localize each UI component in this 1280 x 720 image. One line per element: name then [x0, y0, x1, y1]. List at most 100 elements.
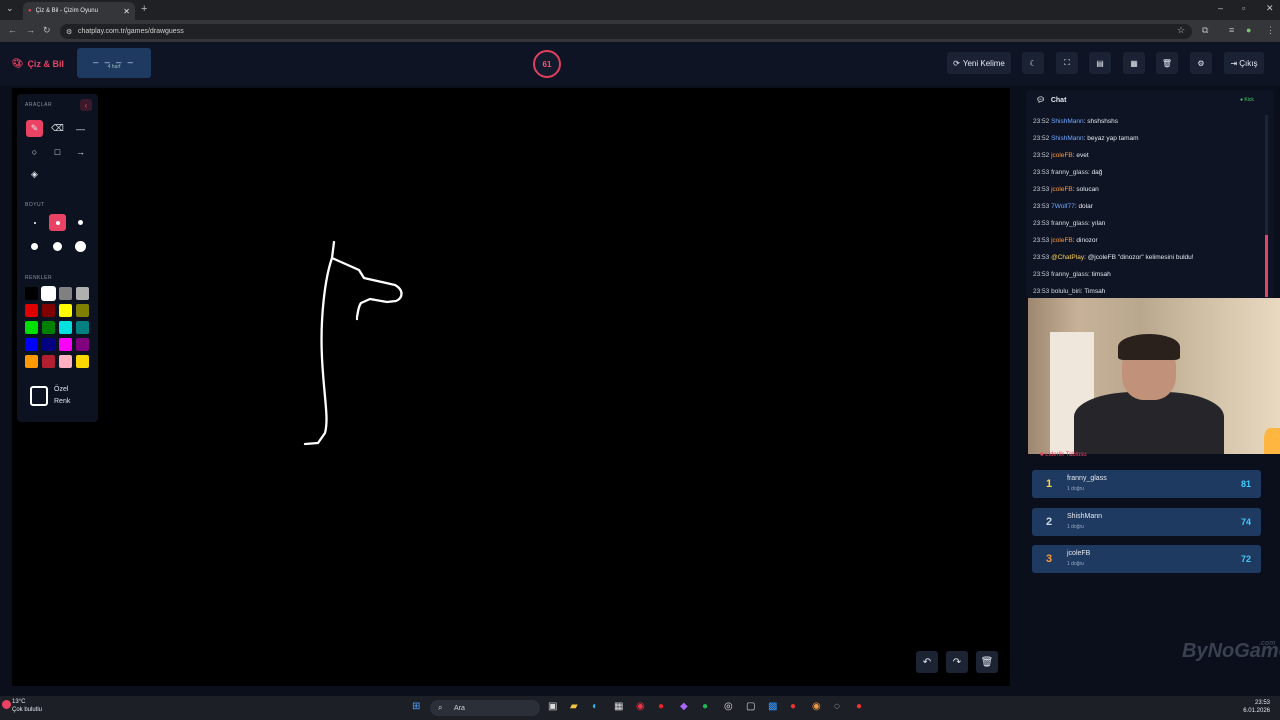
start-icon[interactable]: ⊞: [412, 701, 420, 712]
bookmark-star-icon[interactable]: ☆: [1177, 25, 1185, 36]
message-user[interactable]: jcoleFB: [1051, 152, 1073, 159]
line-tool[interactable]: —: [72, 120, 89, 137]
color-swatch[interactable]: [59, 321, 72, 334]
custom-color-swatch[interactable]: [30, 386, 48, 406]
color-swatch[interactable]: [42, 355, 55, 368]
exit-button[interactable]: ⇥ Çıkış: [1224, 52, 1264, 74]
chat-scrollbar[interactable]: [1265, 115, 1268, 297]
app-icon[interactable]: ●: [790, 701, 796, 712]
message-user[interactable]: ShishMann: [1051, 135, 1084, 142]
size-xs[interactable]: [26, 214, 43, 231]
message-user[interactable]: bolulu_biri: [1051, 288, 1081, 295]
color-swatch[interactable]: [42, 321, 55, 334]
size-l[interactable]: [26, 238, 43, 255]
weather-widget[interactable]: 13°C Çok bulutlu: [2, 698, 42, 714]
window-close-icon[interactable]: ✕: [1266, 3, 1274, 14]
task-view-icon[interactable]: ▣: [548, 701, 557, 712]
fullscreen-button[interactable]: ⛶: [1056, 52, 1078, 74]
color-swatch[interactable]: [42, 287, 55, 300]
color-swatch[interactable]: [59, 304, 72, 317]
color-swatch[interactable]: [59, 338, 72, 351]
pencil-tool[interactable]: ✎: [26, 120, 43, 137]
archive-button[interactable]: ▦: [1123, 52, 1145, 74]
store-icon[interactable]: ▦: [614, 701, 623, 712]
color-swatch[interactable]: [76, 355, 89, 368]
app-logo[interactable]: 🎨︎ Çiz & Bil: [12, 58, 64, 69]
layout-button[interactable]: ▤: [1089, 52, 1111, 74]
message-user[interactable]: franny_glass: [1051, 169, 1088, 176]
settings-button[interactable]: ⚙: [1190, 52, 1212, 74]
color-swatch[interactable]: [59, 287, 72, 300]
fill-tool[interactable]: ◈: [26, 166, 43, 183]
media-icon[interactable]: ≡: [1229, 25, 1234, 35]
chrome-icon[interactable]: ◉: [812, 701, 821, 712]
undo-button[interactable]: ↶: [916, 651, 938, 673]
color-swatch[interactable]: [42, 338, 55, 351]
color-swatch[interactable]: [59, 355, 72, 368]
extensions-icon[interactable]: ⧉: [1202, 25, 1208, 36]
color-swatch[interactable]: [25, 338, 38, 351]
arrow-tool[interactable]: →: [72, 143, 89, 160]
leaderboard-row: 1 franny_glass 1 doğru 81: [1032, 470, 1261, 498]
clear-canvas-button[interactable]: 🗑︎: [976, 651, 998, 673]
tab-list-icon[interactable]: ⌄: [6, 3, 14, 14]
eraser-tool[interactable]: ⌫: [49, 120, 66, 137]
profile-avatar[interactable]: ●: [1246, 25, 1251, 35]
rectangle-tool[interactable]: □: [49, 143, 66, 160]
app-icon[interactable]: ●: [856, 701, 862, 712]
app-icon[interactable]: ◎: [724, 701, 733, 712]
back-icon[interactable]: ←: [8, 25, 17, 35]
app-icon[interactable]: ◆: [680, 701, 688, 712]
circle-tool[interactable]: ○: [26, 143, 43, 160]
color-swatch[interactable]: [76, 338, 89, 351]
chat-message: 23:53 franny_glass: dağ: [1033, 169, 1102, 176]
message-user[interactable]: ShishMann: [1051, 118, 1084, 125]
color-swatch[interactable]: [76, 321, 89, 334]
minimize-icon[interactable]: –: [1218, 3, 1223, 13]
color-swatch[interactable]: [76, 287, 89, 300]
size-xl[interactable]: [49, 238, 66, 255]
message-user[interactable]: franny_glass: [1051, 271, 1088, 278]
color-swatch[interactable]: [76, 304, 89, 317]
spotify-icon[interactable]: ●: [702, 701, 708, 712]
forward-icon[interactable]: →: [26, 25, 35, 35]
size-s[interactable]: [49, 214, 66, 231]
size-m[interactable]: [72, 214, 89, 231]
tools-label: ARAÇLAR: [25, 102, 53, 108]
message-user[interactable]: @ChatPlay: [1051, 254, 1084, 261]
file-explorer-icon[interactable]: ▰: [570, 701, 578, 712]
new-tab-icon[interactable]: +: [141, 3, 147, 15]
site-info-icon[interactable]: ⚙: [66, 28, 72, 36]
color-swatch[interactable]: [25, 321, 38, 334]
chrome-icon[interactable]: ◉: [636, 701, 645, 712]
size-xxl[interactable]: [72, 238, 89, 255]
dark-mode-button[interactable]: ☾: [1022, 52, 1044, 74]
drawing-canvas[interactable]: [12, 88, 1010, 686]
tab-close-icon[interactable]: ✕: [123, 7, 130, 16]
app-icon[interactable]: ▢: [746, 701, 755, 712]
reload-icon[interactable]: ↻: [43, 25, 51, 36]
message-user[interactable]: jcoleFB: [1051, 186, 1073, 193]
message-user[interactable]: 7Wolf77: [1051, 203, 1075, 210]
url-input[interactable]: ⚙ chatplay.com.tr/games/drawguess: [60, 24, 1192, 39]
message-user[interactable]: franny_glass: [1051, 220, 1088, 227]
color-swatch[interactable]: [25, 355, 38, 368]
collapse-panel-button[interactable]: ‹: [80, 99, 92, 111]
chat-scroll-thumb[interactable]: [1265, 235, 1268, 297]
message-user[interactable]: jcoleFB: [1051, 237, 1073, 244]
browser-tab[interactable]: ● Çiz & Bil - Çizim Oyunu ✕: [23, 2, 135, 20]
edge-icon[interactable]: ◐: [592, 701, 598, 712]
opera-icon[interactable]: ●: [658, 701, 664, 712]
maximize-icon[interactable]: ▫: [1242, 3, 1245, 13]
redo-button[interactable]: ↷: [946, 651, 968, 673]
system-clock[interactable]: 23:53 6.01.2026: [1238, 699, 1270, 715]
clear-button[interactable]: 🗑︎: [1156, 52, 1178, 74]
app-icon[interactable]: ◌: [834, 701, 840, 712]
app-icon[interactable]: ▩: [768, 701, 777, 712]
color-swatch[interactable]: [25, 287, 38, 300]
taskbar-search[interactable]: ⌕ Ara: [430, 700, 540, 716]
color-swatch[interactable]: [25, 304, 38, 317]
new-word-button[interactable]: ⟳ Yeni Kelime: [947, 52, 1011, 74]
browser-menu-icon[interactable]: ⋮: [1266, 25, 1275, 36]
color-swatch[interactable]: [42, 304, 55, 317]
